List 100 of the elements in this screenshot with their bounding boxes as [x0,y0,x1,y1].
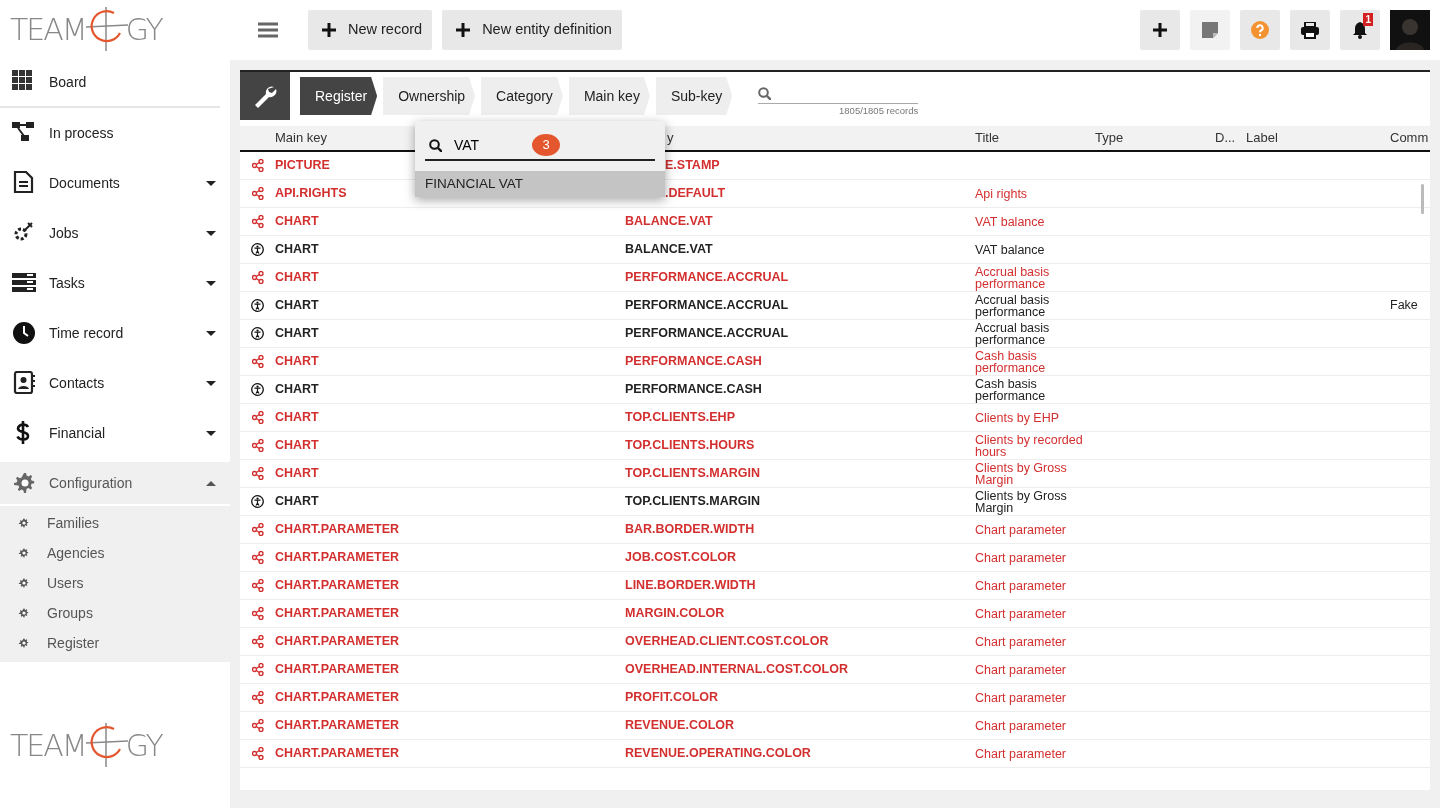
sidebar-item[interactable]: Tasks [0,258,230,308]
sub-key-cell: BAR.BORDER.WIDTH [625,522,755,537]
add-icon [1153,23,1167,37]
caret-down-icon [206,230,216,236]
title-cell-text: Chart parameter [975,523,1067,536]
share-icon [251,411,264,424]
title-cell-text: Cash basis performance [975,377,1047,402]
main-key-cell: CHART [275,438,319,453]
sidebar-item[interactable]: Time record [0,308,230,358]
share-icon [251,663,264,676]
caret-down-icon [206,280,216,286]
main-key-cell: CHART.PARAMETER [275,606,400,621]
breadcrumb-tab[interactable]: Category [481,77,563,115]
column-header[interactable]: D... [1215,130,1236,146]
notifications-button[interactable]: 1 [1340,10,1380,50]
title-cell-text: Cash basis performance [975,349,1047,374]
sidebar-subitem[interactable]: Groups [0,598,230,628]
accessibility-icon [251,383,264,396]
note-button[interactable] [1190,10,1230,50]
share-icon [251,579,264,592]
count-badge: 3 [532,134,560,156]
column-header[interactable]: Title [975,130,1000,146]
main-key-cell: CHART [275,298,319,313]
logo-text: TEAM [10,10,86,49]
sidebar-subitem[interactable]: Families [0,508,230,538]
main-key-cell: CHART.PARAMETER [275,522,400,537]
share-icon [251,159,264,172]
main-key-cell: CHART.PARAMETER [275,578,400,593]
accessibility-icon [251,495,264,508]
note-icon [1202,22,1218,38]
share-icon [251,747,264,760]
notification-badge: 1 [1363,13,1373,26]
caret-down-icon [206,430,216,436]
sub-key-cell: E.STAMP [665,158,720,173]
sub-key-cell: PERFORMANCE.ACCRUAL [625,326,789,341]
logo-text: TEAM [10,726,86,765]
title-cell-text: Accrual basis performance [975,293,1051,318]
main-key-cell: CHART [275,354,319,369]
share-icon [251,551,264,564]
accessibility-icon [251,243,264,256]
sidebar-item[interactable]: In process [0,108,230,158]
new-button[interactable]: New record [308,10,433,50]
sidebar-item[interactable]: Financial [0,408,230,458]
column-header[interactable]: Main key [275,130,328,146]
print-button[interactable] [1290,10,1330,50]
new-button[interactable]: New entity definition [442,10,622,50]
title-cell-text: Chart parameter [975,719,1067,732]
comment-cell: Fake [1390,298,1418,313]
main-key-cell: CHART [275,326,319,341]
breadcrumb-tab[interactable]: Sub-key [655,77,733,115]
title-cell-text: Clients by EHP [975,411,1061,424]
logo-text: GY [125,726,162,765]
filter-field[interactable]: VAT [452,133,522,157]
scrollbar [1421,184,1424,214]
share-icon [251,467,264,480]
sidebar-subitem[interactable]: Agencies [0,538,230,568]
sidebar-item[interactable]: Contacts [0,358,230,408]
title-cell-text: Clients by Gross Margin [975,461,1068,486]
clock-icon [12,321,36,345]
breadcrumb-tab[interactable]: Ownership [383,77,476,115]
sub-key-cell: OVERHEAD.INTERNAL.COST.COLOR [625,662,848,677]
sidebar-item[interactable]: Documents [0,158,230,208]
title-cell-text: Chart parameter [975,691,1067,704]
share-icon [251,635,264,648]
title-cell-text: Chart parameter [975,663,1067,676]
sidebar-subitem[interactable]: Users [0,568,230,598]
sub-key-cell: PERFORMANCE.CASH [625,354,762,369]
sidebar-item[interactable]: Board [0,58,220,108]
sub-key-cell: REVENUE.COLOR [625,718,735,733]
title-cell-text: VAT balance [975,243,1046,256]
sub-key-cell: PERFORMANCE.CASH [625,382,762,397]
share-icon [251,719,264,732]
dropdown-option[interactable]: FINANCIAL VAT [415,171,665,197]
sub-key-cell: TOP.CLIENTS.HOURS [625,438,755,453]
title-cell-text: Chart parameter [975,579,1067,592]
column-header[interactable]: Label [1246,130,1278,146]
accessibility-icon [251,299,264,312]
sidebar-item[interactable]: Configuration [0,462,230,504]
breadcrumb-tab[interactable]: Register [300,77,378,115]
breadcrumb-tab[interactable]: Main key [568,77,650,115]
main-key-cell: CHART [275,466,319,481]
share-icon [251,607,264,620]
column-header[interactable]: y [667,130,674,146]
share-icon [251,215,264,228]
sub-key-cell: TOP.CLIENTS.EHP [625,410,735,425]
add-button[interactable] [1140,10,1180,50]
sidebar-subitem[interactable]: Register [0,628,230,658]
sub-key-cell: MARGIN.COLOR [625,606,725,621]
main-key-cell: CHART [275,270,319,285]
search-icon [429,138,442,152]
column-header[interactable]: Comm [1390,130,1429,146]
record-count: 1805/1805 records [838,103,919,118]
menu-icon [258,22,278,38]
title-cell-text: Chart parameter [975,635,1067,648]
logo-text: GY [125,10,162,49]
main-key-cell: CHART [275,494,319,509]
sub-key-cell: REVENUE.OPERATING.COLOR [625,746,811,761]
column-header[interactable]: Type [1095,130,1124,146]
sidebar-item[interactable]: Jobs [0,208,230,258]
sub-key-cell: PROFIT.COLOR [625,690,719,705]
